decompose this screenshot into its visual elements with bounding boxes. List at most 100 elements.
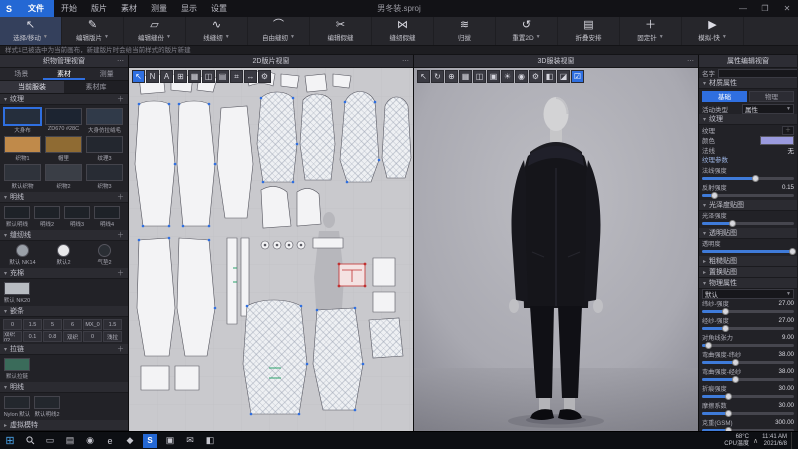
- show-garment-icon[interactable]: ◪: [557, 70, 570, 83]
- mesh-3d-icon[interactable]: ◫: [473, 70, 486, 83]
- normal-value[interactable]: 无: [788, 145, 795, 155]
- menu-measure[interactable]: 测量: [144, 0, 174, 17]
- tool-reset-2d[interactable]: ↺重置2D▼: [496, 17, 558, 45]
- menu-file[interactable]: 文件: [18, 0, 54, 17]
- tool-edit-basting[interactable]: ✂编辑假缝: [310, 17, 372, 45]
- add-topstitch-icon[interactable]: ＋: [117, 192, 124, 202]
- piping-chip[interactable]: 1.5: [23, 319, 42, 330]
- section-texture[interactable]: ▾纹理＋: [0, 94, 128, 105]
- tool-fold-arrange[interactable]: ▤折叠安排: [558, 17, 620, 45]
- menu-settings[interactable]: 设置: [204, 0, 234, 17]
- add-stitchline-icon[interactable]: ＋: [117, 230, 124, 240]
- tray-expand-icon[interactable]: ∧: [753, 437, 758, 445]
- start-button[interactable]: ⊞: [0, 432, 20, 449]
- selected-red-piece[interactable]: [338, 263, 367, 288]
- color-swatch[interactable]: [760, 136, 794, 145]
- piping-chip[interactable]: 0.1: [23, 331, 42, 342]
- file-explorer-icon[interactable]: ▤: [60, 432, 80, 449]
- show-avatar-icon[interactable]: ◧: [543, 70, 556, 83]
- fabric-swatch[interactable]: 大身仿拉绒毛: [85, 108, 124, 134]
- section-rough-map[interactable]: ▸粗糙贴图: [699, 256, 797, 267]
- zoom-view-icon[interactable]: ⊕: [445, 70, 458, 83]
- topstitch-swatch[interactable]: Nylon 默认: [3, 396, 31, 418]
- physics-slider[interactable]: [702, 310, 794, 313]
- mesh-view-icon[interactable]: ◫: [202, 70, 215, 83]
- settings-3d-icon[interactable]: ⚙: [529, 70, 542, 83]
- fabric-swatch[interactable]: 大身布: [3, 108, 42, 134]
- menu-display[interactable]: 显示: [174, 0, 204, 17]
- tool-steam[interactable]: ≋归拔: [434, 17, 496, 45]
- tool-select-move[interactable]: ↖选择/移动▼: [0, 17, 62, 45]
- select-3d-icon[interactable]: ↖: [417, 70, 430, 83]
- light-icon[interactable]: ☀: [501, 70, 514, 83]
- zipper-swatch[interactable]: 默认拉链: [3, 358, 31, 380]
- section-alpha-map[interactable]: ▾透明贴图: [699, 228, 797, 239]
- fabric-swatch[interactable]: 帽里: [44, 136, 83, 162]
- texture-thumbnail[interactable]: ＋: [782, 126, 794, 135]
- notch-tool-icon[interactable]: N: [146, 70, 159, 83]
- section-piping[interactable]: ▾嵌条: [0, 306, 128, 317]
- fabric-swatch[interactable]: 默认织物: [3, 164, 42, 190]
- piping-chip[interactable]: MX_0: [83, 319, 102, 330]
- measure-tool-icon[interactable]: ↔: [244, 70, 257, 83]
- menu-start[interactable]: 开始: [54, 0, 84, 17]
- physics-slider[interactable]: [702, 412, 794, 415]
- piping-chip[interactable]: 0.8: [43, 331, 62, 342]
- select-tool-icon[interactable]: ↖: [132, 70, 145, 83]
- physics-preset-select[interactable]: 默认▼: [702, 289, 794, 299]
- section-gloss-map[interactable]: ▾光泽度贴图: [699, 200, 797, 211]
- cpu-temp-widget[interactable]: 68°CCPU温度: [724, 434, 749, 448]
- topstitch-swatch[interactable]: 默认明线2: [33, 396, 61, 418]
- close-button[interactable]: ✕: [776, 0, 798, 17]
- physics-slider[interactable]: [702, 395, 794, 398]
- name-input[interactable]: [718, 69, 797, 78]
- section-padding[interactable]: ▾充棉＋: [0, 268, 128, 279]
- thread-swatch[interactable]: 默认2: [44, 244, 83, 266]
- padding-swatch[interactable]: 默认 NK20: [3, 282, 31, 304]
- show-desktop-button[interactable]: [791, 432, 794, 449]
- mail-icon[interactable]: ✉: [180, 432, 200, 449]
- topstitch-swatch[interactable]: 默认明线: [3, 206, 31, 228]
- section-topstitch[interactable]: ▾明线＋: [0, 192, 128, 203]
- panel-menu-icon[interactable]: ⋯: [117, 55, 124, 68]
- normal-strength-slider[interactable]: [702, 177, 794, 180]
- section-zipper[interactable]: ▾拉链＋: [0, 344, 128, 355]
- fabric-view-icon[interactable]: ▦: [459, 70, 472, 83]
- snap-grid-icon[interactable]: ⌗: [230, 70, 243, 83]
- stress-map-icon[interactable]: ▣: [487, 70, 500, 83]
- section-displacement-map[interactable]: ▸置换贴图: [699, 267, 797, 278]
- task-view-button[interactable]: ▭: [40, 432, 60, 449]
- annotate-tool-icon[interactable]: A: [160, 70, 173, 83]
- fabric-swatch[interactable]: ZD670 #28C: [44, 108, 83, 134]
- garment-3d-canvas[interactable]: ↖ ↻ ⊕ ▦ ◫ ▣ ☀ ◉ ⚙ ◧ ◪ ☑: [414, 68, 698, 431]
- piping-chip[interactable]: 浅拉: [103, 331, 122, 342]
- alpha-slider[interactable]: [702, 250, 794, 253]
- layer-view-icon[interactable]: ▤: [216, 70, 229, 83]
- add-zipper-icon[interactable]: ＋: [117, 344, 124, 354]
- pattern-2d-canvas[interactable]: ↖ N A ⊞ ▦ ◫ ▤ ⌗ ↔ ⚙: [129, 68, 413, 431]
- minimize-button[interactable]: —: [732, 0, 754, 17]
- piping-chip[interactable]: 双织: [63, 331, 82, 342]
- fabric-swatch[interactable]: 织物1: [3, 136, 42, 162]
- fabric-swatch[interactable]: 织物3: [85, 164, 124, 190]
- app-icon[interactable]: ◆: [120, 432, 140, 449]
- thread-swatch[interactable]: 气垫2: [85, 244, 124, 266]
- app-icon[interactable]: ▣: [160, 432, 180, 449]
- texture-params-link[interactable]: 纹理参数: [699, 155, 797, 166]
- rotate-view-icon[interactable]: ↻: [431, 70, 444, 83]
- tab-material[interactable]: 素材: [43, 68, 86, 80]
- gloss-strength-slider[interactable]: [702, 222, 794, 225]
- fabric-swatch[interactable]: 织物2: [44, 164, 83, 190]
- tool-line-sew[interactable]: ∿线缝纫▼: [186, 17, 248, 45]
- fabric-swatch[interactable]: 纹理3: [85, 136, 124, 162]
- physics-slider[interactable]: [702, 361, 794, 364]
- section-material-props[interactable]: ▾材质属性: [699, 78, 797, 89]
- section-physics[interactable]: ▾物理属性: [699, 278, 797, 289]
- render-icon[interactable]: ◉: [515, 70, 528, 83]
- tool-pin[interactable]: ＋固定针▼: [620, 17, 682, 45]
- add-padding-icon[interactable]: ＋: [117, 268, 124, 278]
- reflect-strength-slider[interactable]: [702, 194, 794, 197]
- menu-pattern[interactable]: 版片: [84, 0, 114, 17]
- tab-basic[interactable]: 基础: [702, 91, 747, 102]
- type-select[interactable]: 属性▼: [742, 104, 794, 114]
